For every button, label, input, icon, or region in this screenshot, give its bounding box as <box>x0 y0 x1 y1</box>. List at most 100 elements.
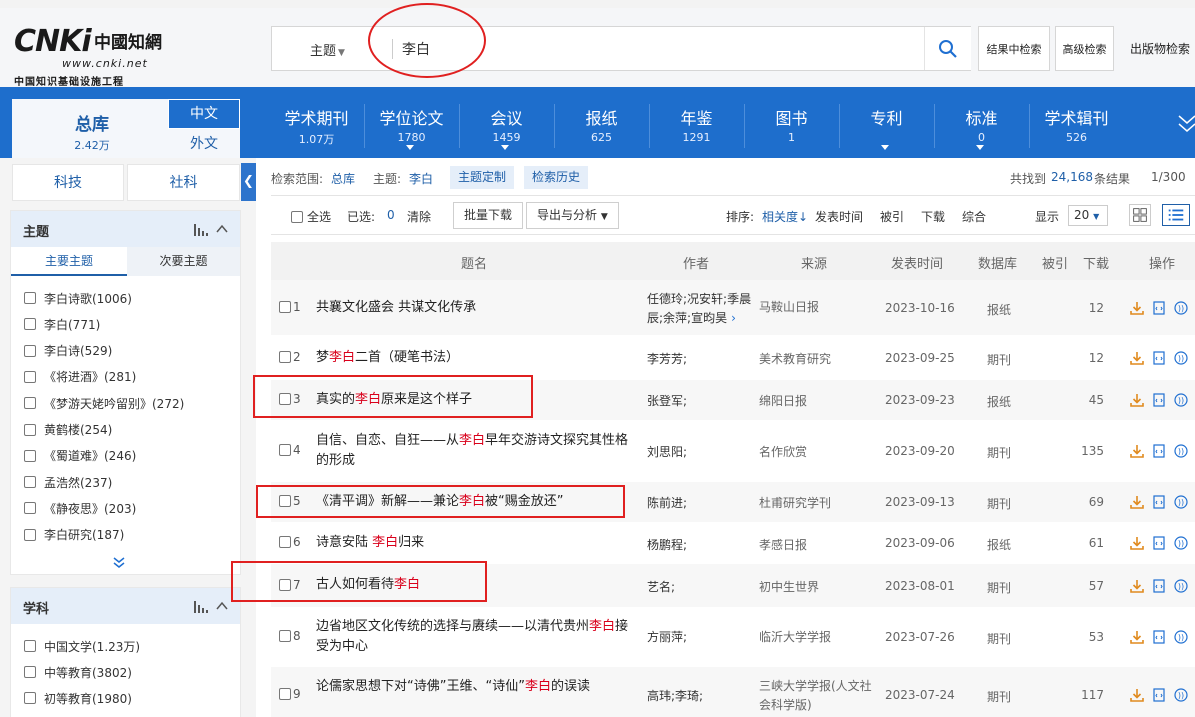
result-source[interactable]: 初中生世界 <box>759 578 877 597</box>
checkbox[interactable] <box>279 630 291 642</box>
result-title-link[interactable]: 共襄文化盛会 共谋文化传承 <box>316 298 636 318</box>
scope-value[interactable]: 总库 <box>331 170 355 187</box>
checkbox[interactable] <box>24 666 36 678</box>
html-read-icon[interactable] <box>1152 579 1166 593</box>
checkbox[interactable] <box>279 688 291 700</box>
result-source[interactable]: 马鞍山日报 <box>759 298 877 317</box>
checkbox[interactable] <box>24 397 36 410</box>
checkbox[interactable] <box>24 640 36 652</box>
html-read-icon[interactable] <box>1152 351 1166 365</box>
checkbox[interactable] <box>279 444 291 456</box>
facet-item[interactable]: 黄鹤楼(254) <box>24 421 112 439</box>
db-tab[interactable]: 会议 1459 <box>459 105 554 155</box>
tab-science[interactable]: 科技 <box>12 164 124 201</box>
more-icon[interactable]: )) <box>1174 444 1188 458</box>
list-view-icon[interactable] <box>1162 204 1190 226</box>
result-author[interactable]: 杨鹏程; <box>647 536 755 555</box>
col-title[interactable]: 题名 <box>461 253 487 272</box>
sort-composite[interactable]: 综合 <box>962 208 986 225</box>
html-read-icon[interactable] <box>1152 630 1166 644</box>
checkbox[interactable] <box>24 292 36 304</box>
db-tab[interactable]: 报纸 625 <box>554 105 649 155</box>
row-select[interactable]: 1 <box>279 300 301 314</box>
collapse-sidebar-button[interactable]: ❮ <box>241 163 256 201</box>
more-icon[interactable]: )) <box>1174 351 1188 365</box>
facet-item[interactable]: 《将进酒》(281) <box>24 368 136 386</box>
download-icon[interactable] <box>1130 536 1144 550</box>
facet-item[interactable]: 孟浩然(237) <box>24 473 112 491</box>
tab-social-science[interactable]: 社科 <box>127 164 240 201</box>
html-read-icon[interactable] <box>1152 301 1166 315</box>
search-field-select[interactable]: 主题 ▼ <box>310 40 345 59</box>
result-title-link[interactable]: 论儒家思想下对“诗佛”王维、“诗仙”李白的误读 <box>316 677 636 697</box>
chevron-down-icon[interactable] <box>881 145 889 150</box>
result-title-link[interactable]: 边省地区文化传统的选择与赓续——以清代贵州李白接受为中心 <box>316 617 636 657</box>
checkbox[interactable] <box>24 528 36 541</box>
facet-item[interactable]: 《静夜思》(203) <box>24 499 136 517</box>
checkbox[interactable] <box>291 210 303 223</box>
result-author[interactable]: 张登军; <box>647 392 755 411</box>
html-read-icon[interactable] <box>1152 688 1166 702</box>
download-icon[interactable] <box>1130 630 1144 644</box>
more-icon[interactable]: )) <box>1174 301 1188 315</box>
clear-link[interactable]: 清除 <box>407 208 431 225</box>
download-icon[interactable] <box>1130 579 1144 593</box>
checkbox[interactable] <box>24 370 36 383</box>
facet-item[interactable]: 李白诗歌(1006) <box>24 289 132 307</box>
row-select[interactable]: 6 <box>279 535 301 549</box>
checkbox[interactable] <box>279 536 291 548</box>
result-title-link[interactable]: 自信、自恋、自狂——从李白早年交游诗文探究其性格的形成 <box>316 431 636 471</box>
checkbox[interactable] <box>279 351 291 363</box>
chevron-up-icon[interactable] <box>216 600 228 612</box>
more-icon[interactable]: )) <box>1174 579 1188 593</box>
chevron-right-icon[interactable]: › <box>731 311 736 325</box>
result-source[interactable]: 名作欣赏 <box>759 443 877 462</box>
html-read-icon[interactable] <box>1152 536 1166 550</box>
topic-custom-button[interactable]: 主题定制 <box>450 166 515 189</box>
select-all-checkbox[interactable]: 全选 <box>291 208 331 225</box>
facet-item[interactable]: 李白诗(529) <box>24 342 112 360</box>
facet-item[interactable]: 中等教育(3802) <box>24 663 132 681</box>
db-tab[interactable]: 年鉴 1291 <box>649 105 744 155</box>
result-author[interactable]: 李芳芳; <box>647 350 755 369</box>
search-history-button[interactable]: 检索历史 <box>524 166 589 189</box>
double-chevron-down-icon[interactable] <box>112 556 126 570</box>
tab-major-topic[interactable]: 主要主题 <box>11 247 127 276</box>
more-icon[interactable]: )) <box>1174 393 1188 407</box>
result-author[interactable]: 刘思阳; <box>647 443 755 462</box>
result-source[interactable]: 临沂大学学报 <box>759 628 877 647</box>
chevron-down-icon[interactable] <box>1176 112 1195 136</box>
sort-download[interactable]: 下载 <box>921 208 945 225</box>
col-cited[interactable]: 被引 <box>1042 253 1068 272</box>
checkbox[interactable] <box>24 692 36 704</box>
result-author[interactable]: 方丽萍; <box>647 628 755 647</box>
col-date[interactable]: 发表时间 <box>891 253 943 272</box>
chinese-tab[interactable]: 中文 <box>168 99 240 129</box>
chevron-down-icon[interactable] <box>501 145 509 150</box>
result-author[interactable]: 任德玲;况安轩;季晨辰;余萍;宣昀昊 › <box>647 290 755 328</box>
export-analysis-button[interactable]: 导出与分析 ▼ <box>526 202 619 229</box>
facet-item[interactable]: 中国文学(1.23万) <box>24 637 140 655</box>
chevron-up-icon[interactable] <box>216 223 228 235</box>
checkbox[interactable] <box>24 502 36 515</box>
checkbox[interactable] <box>24 476 36 489</box>
checkbox[interactable] <box>24 423 36 436</box>
db-tab[interactable]: 学术辑刊 526 <box>1029 105 1124 155</box>
db-tab[interactable]: 学术期刊 1.07万 <box>269 105 364 155</box>
col-download[interactable]: 下载 <box>1083 253 1109 272</box>
facet-item[interactable]: 《梦游天姥吟留别》(272) <box>24 394 184 412</box>
download-icon[interactable] <box>1130 495 1144 509</box>
download-icon[interactable] <box>1130 688 1144 702</box>
more-icon[interactable]: )) <box>1174 495 1188 509</box>
facet-item[interactable]: 李白(771) <box>24 315 100 333</box>
cnki-logo[interactable]: CNKi 中國知網 www.cnki.net 中国知识基础设施工程 <box>14 24 174 88</box>
html-read-icon[interactable] <box>1152 495 1166 509</box>
foreign-tab[interactable]: 外文 <box>168 129 240 158</box>
more-icon[interactable]: )) <box>1174 688 1188 702</box>
result-author[interactable]: 高玮;李琦; <box>647 687 755 706</box>
more-icon[interactable]: )) <box>1174 630 1188 644</box>
db-tab[interactable]: 专利 <box>839 105 934 155</box>
result-title-link[interactable]: 梦李白二首（硬笔书法） <box>316 348 636 368</box>
bar-chart-icon[interactable] <box>194 601 208 613</box>
advanced-search-button[interactable]: 高级检索 <box>1055 26 1114 71</box>
